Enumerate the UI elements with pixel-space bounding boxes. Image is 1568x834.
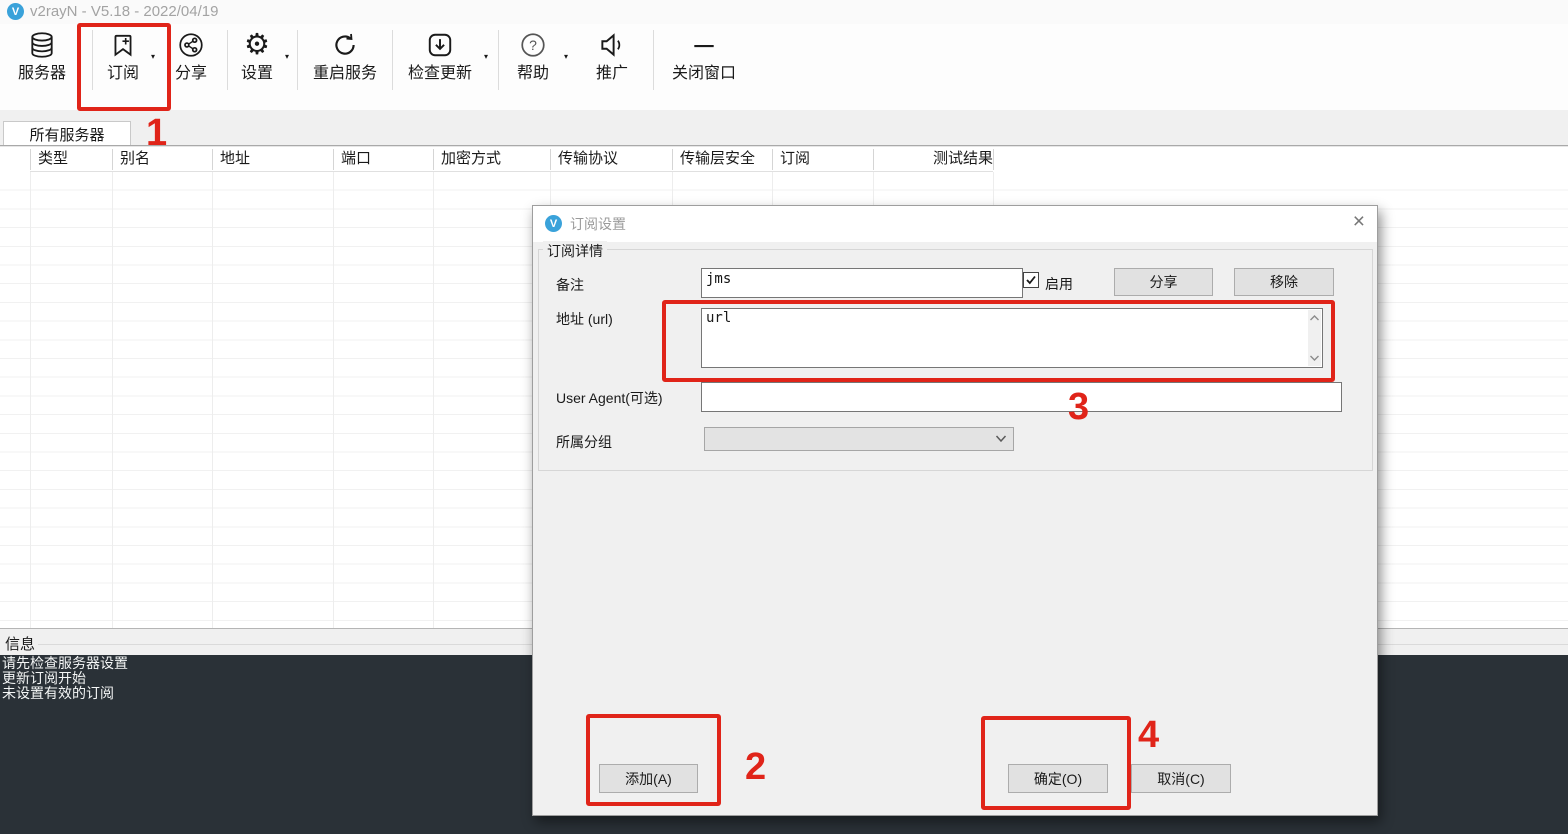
tabstrip-background xyxy=(0,110,1568,145)
column-header-subscription[interactable]: 订阅 xyxy=(772,147,881,172)
toolbar-item-label: 设置 xyxy=(240,65,273,82)
enable-checkbox[interactable] xyxy=(1023,272,1039,288)
annotation-number-1: 1 xyxy=(146,112,168,154)
tab-label: 所有服务器 xyxy=(29,126,105,144)
toolbar-item-close-window[interactable]: 关闭窗口 xyxy=(670,28,738,106)
settings-dropdown-arrow[interactable]: ▾ xyxy=(285,52,289,61)
column-header-test-result[interactable]: 测试结果 xyxy=(873,147,993,172)
annotation-box-step3 xyxy=(662,300,1335,382)
grid-line xyxy=(433,172,434,628)
toolbar-separator xyxy=(498,30,499,90)
column-header-tls[interactable]: 传输层安全 xyxy=(672,147,780,172)
toolbar-item-label: 重启服务 xyxy=(312,65,377,82)
dialog-titlebar[interactable]: V 订阅设置 × xyxy=(533,206,1377,242)
annotation-number-2: 2 xyxy=(745,746,767,788)
toolbar-separator xyxy=(653,30,654,90)
speaker-icon xyxy=(597,28,627,62)
log-line: 未设置有效的订阅 xyxy=(2,685,114,701)
column-header-encryption[interactable]: 加密方式 xyxy=(433,147,558,172)
grid-line xyxy=(112,172,113,628)
help-dropdown-arrow[interactable]: ▾ xyxy=(564,52,568,61)
toolbar-item-label: 帮助 xyxy=(516,65,549,82)
restart-icon xyxy=(331,28,359,62)
column-header-port[interactable]: 端口 xyxy=(333,147,441,172)
header-separator xyxy=(873,149,874,170)
header-separator xyxy=(112,149,113,170)
window-title: v2rayN - V5.18 - 2022/04/19 xyxy=(30,3,219,20)
toolbar-separator xyxy=(227,30,228,90)
tab-all-servers[interactable]: 所有服务器 xyxy=(3,121,131,146)
header-separator xyxy=(772,149,773,170)
url-label: 地址 (url) xyxy=(556,311,613,327)
annotation-number-4: 4 xyxy=(1138,714,1160,756)
grid-line xyxy=(30,172,31,628)
toolbar-item-label: 推广 xyxy=(595,65,628,82)
toolbar-separator xyxy=(392,30,393,90)
app-icon: V xyxy=(7,3,24,20)
header-separator xyxy=(333,149,334,170)
toolbar-separator xyxy=(297,30,298,90)
dialog-app-icon: V xyxy=(545,215,562,232)
header-separator xyxy=(30,149,31,170)
toolbar-item-label: 服务器 xyxy=(17,65,66,82)
check-icon xyxy=(1026,275,1036,285)
toolbar-item-restart-service[interactable]: 重启服务 xyxy=(311,28,379,106)
toolbar-item-settings[interactable]: ⚙ 设置 xyxy=(234,28,280,106)
toolbar-item-check-update[interactable]: 检查更新 xyxy=(406,28,474,106)
toolbar-item-label: 分享 xyxy=(174,65,207,82)
dialog-close-icon[interactable]: × xyxy=(1353,210,1365,234)
header-separator xyxy=(212,149,213,170)
annotation-number-3: 3 xyxy=(1068,386,1090,428)
log-line: 更新订阅开始 xyxy=(2,670,86,686)
toolbar-item-promotion[interactable]: 推广 xyxy=(589,28,635,106)
column-header-type[interactable]: 类型 xyxy=(30,147,120,172)
column-header-address[interactable]: 地址 xyxy=(212,147,341,172)
minimize-dash-icon xyxy=(690,28,718,62)
window-titlebar: V v2rayN - V5.18 - 2022/04/19 xyxy=(0,0,1568,24)
annotation-box-step1 xyxy=(77,23,171,111)
header-separator xyxy=(672,149,673,170)
column-header-transport[interactable]: 传输协议 xyxy=(550,147,680,172)
toolbar-item-label: 检查更新 xyxy=(407,65,472,82)
grid-line xyxy=(212,172,213,628)
main-toolbar: 服务器 ▾ 订阅 ▾ 分享 ⚙ 设置 ▾ 重启服务 检查更新 ▾ ? 帮助 ▾ … xyxy=(0,24,1568,110)
servers-icon xyxy=(28,28,56,62)
grid-line xyxy=(333,172,334,628)
remarks-label: 备注 xyxy=(556,277,584,293)
check-update-icon xyxy=(426,28,454,62)
group-combobox[interactable] xyxy=(704,427,1014,451)
toolbar-item-servers[interactable]: 服务器 xyxy=(12,28,72,106)
toolbar-item-label: 关闭窗口 xyxy=(671,65,736,82)
enable-label: 启用 xyxy=(1045,276,1073,292)
svg-text:?: ? xyxy=(529,37,537,53)
gear-icon: ⚙ xyxy=(244,28,270,61)
header-separator xyxy=(550,149,551,170)
annotation-box-step4 xyxy=(981,716,1131,810)
check-update-dropdown-arrow[interactable]: ▾ xyxy=(484,52,488,61)
cancel-button[interactable]: 取消(C) xyxy=(1131,764,1231,793)
toolbar-item-share[interactable]: 分享 xyxy=(168,28,214,106)
remarks-input[interactable]: jms xyxy=(701,268,1023,298)
info-label: 信息 xyxy=(5,636,36,653)
help-icon: ? xyxy=(519,28,547,62)
group-label: 所属分组 xyxy=(556,434,612,450)
share-icon xyxy=(177,28,205,62)
header-separator xyxy=(433,149,434,170)
share-button[interactable]: 分享 xyxy=(1114,268,1213,296)
chevron-down-icon xyxy=(995,435,1007,443)
user-agent-input[interactable] xyxy=(701,382,1342,412)
log-line: 请先检查服务器设置 xyxy=(2,655,128,671)
toolbar-item-help[interactable]: ? 帮助 xyxy=(510,28,556,106)
user-agent-label: User Agent(可选) xyxy=(556,390,663,406)
groupbox-title: 订阅详情 xyxy=(543,241,607,261)
remove-button[interactable]: 移除 xyxy=(1234,268,1334,296)
annotation-box-step2 xyxy=(586,714,721,806)
dialog-title: 订阅设置 xyxy=(570,216,626,232)
header-separator xyxy=(993,149,994,170)
